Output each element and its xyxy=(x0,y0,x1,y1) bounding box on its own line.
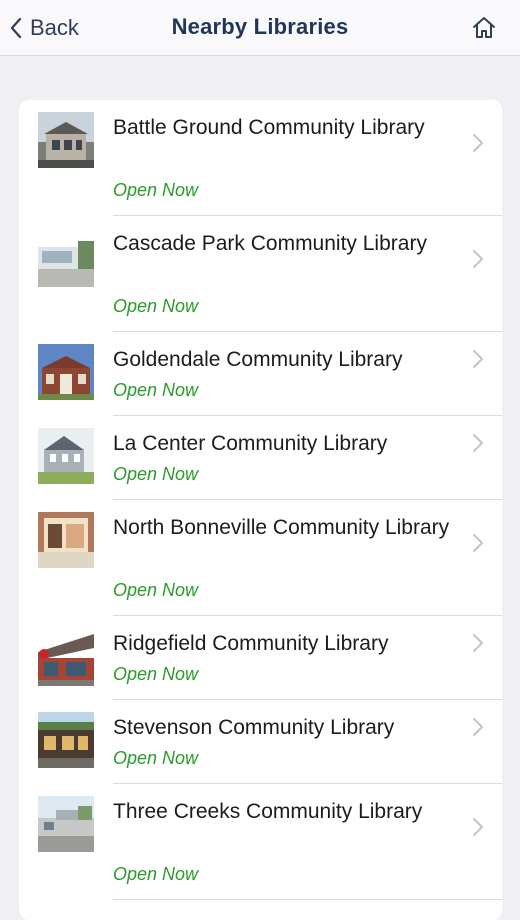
library-photo xyxy=(38,428,94,484)
library-status: Open Now xyxy=(113,380,199,400)
library-row-battle-ground[interactable]: Battle Ground Community Library Open Now xyxy=(19,100,502,216)
library-photo xyxy=(38,112,94,168)
library-list: Battle Ground Community Library Open Now… xyxy=(19,100,502,920)
library-status: Open Now xyxy=(113,296,199,316)
library-name: North Bonneville Community Library xyxy=(113,516,450,539)
home-button[interactable] xyxy=(470,14,498,42)
library-status: Open Now xyxy=(113,580,199,600)
page-title: Nearby Libraries xyxy=(171,14,349,39)
library-name: Battle Ground Community Library xyxy=(113,116,425,139)
library-name: Goldendale Community Library xyxy=(113,348,403,371)
chevron-right-icon xyxy=(472,633,484,653)
chevron-right-icon xyxy=(472,717,484,737)
library-photo xyxy=(38,712,94,768)
library-row-la-center[interactable]: La Center Community Library Open Now xyxy=(19,416,502,500)
library-name: Stevenson Community Library xyxy=(113,716,395,739)
library-row-stevenson[interactable]: Stevenson Community Library Open Now xyxy=(19,700,502,784)
library-row-ridgefield[interactable]: Ridgefield Community Library Open Now xyxy=(19,616,502,700)
chevron-right-icon xyxy=(472,817,484,837)
chevron-right-icon xyxy=(472,133,484,153)
library-row-cascade-park[interactable]: Cascade Park Community Library Open Now xyxy=(19,216,502,332)
library-photo xyxy=(38,796,94,852)
library-name: Cascade Park Community Library xyxy=(113,232,427,255)
library-name: Ridgefield Community Library xyxy=(113,632,389,655)
home-icon xyxy=(470,17,498,46)
library-row-goldendale[interactable]: Goldendale Community Library Open Now xyxy=(19,332,502,416)
library-status: Open Now xyxy=(113,748,199,768)
library-photo xyxy=(38,512,94,568)
library-photo xyxy=(38,344,94,400)
library-row-three-creeks[interactable]: Three Creeks Community Library Open Now xyxy=(19,784,502,900)
navigation-bar: Back Nearby Libraries xyxy=(0,0,520,56)
library-status: Open Now xyxy=(113,180,199,200)
library-status: Open Now xyxy=(113,864,199,884)
library-status: Open Now xyxy=(113,664,199,684)
library-row-north-bonneville[interactable]: North Bonneville Community Library Open … xyxy=(19,500,502,616)
library-photo xyxy=(38,231,94,287)
library-status: Open Now xyxy=(113,464,199,484)
library-name: La Center Community Library xyxy=(113,432,388,455)
chevron-right-icon xyxy=(472,249,484,269)
library-photo xyxy=(38,630,94,686)
chevron-right-icon xyxy=(472,433,484,453)
chevron-right-icon xyxy=(472,533,484,553)
library-name: Three Creeks Community Library xyxy=(113,800,423,823)
chevron-right-icon xyxy=(472,349,484,369)
